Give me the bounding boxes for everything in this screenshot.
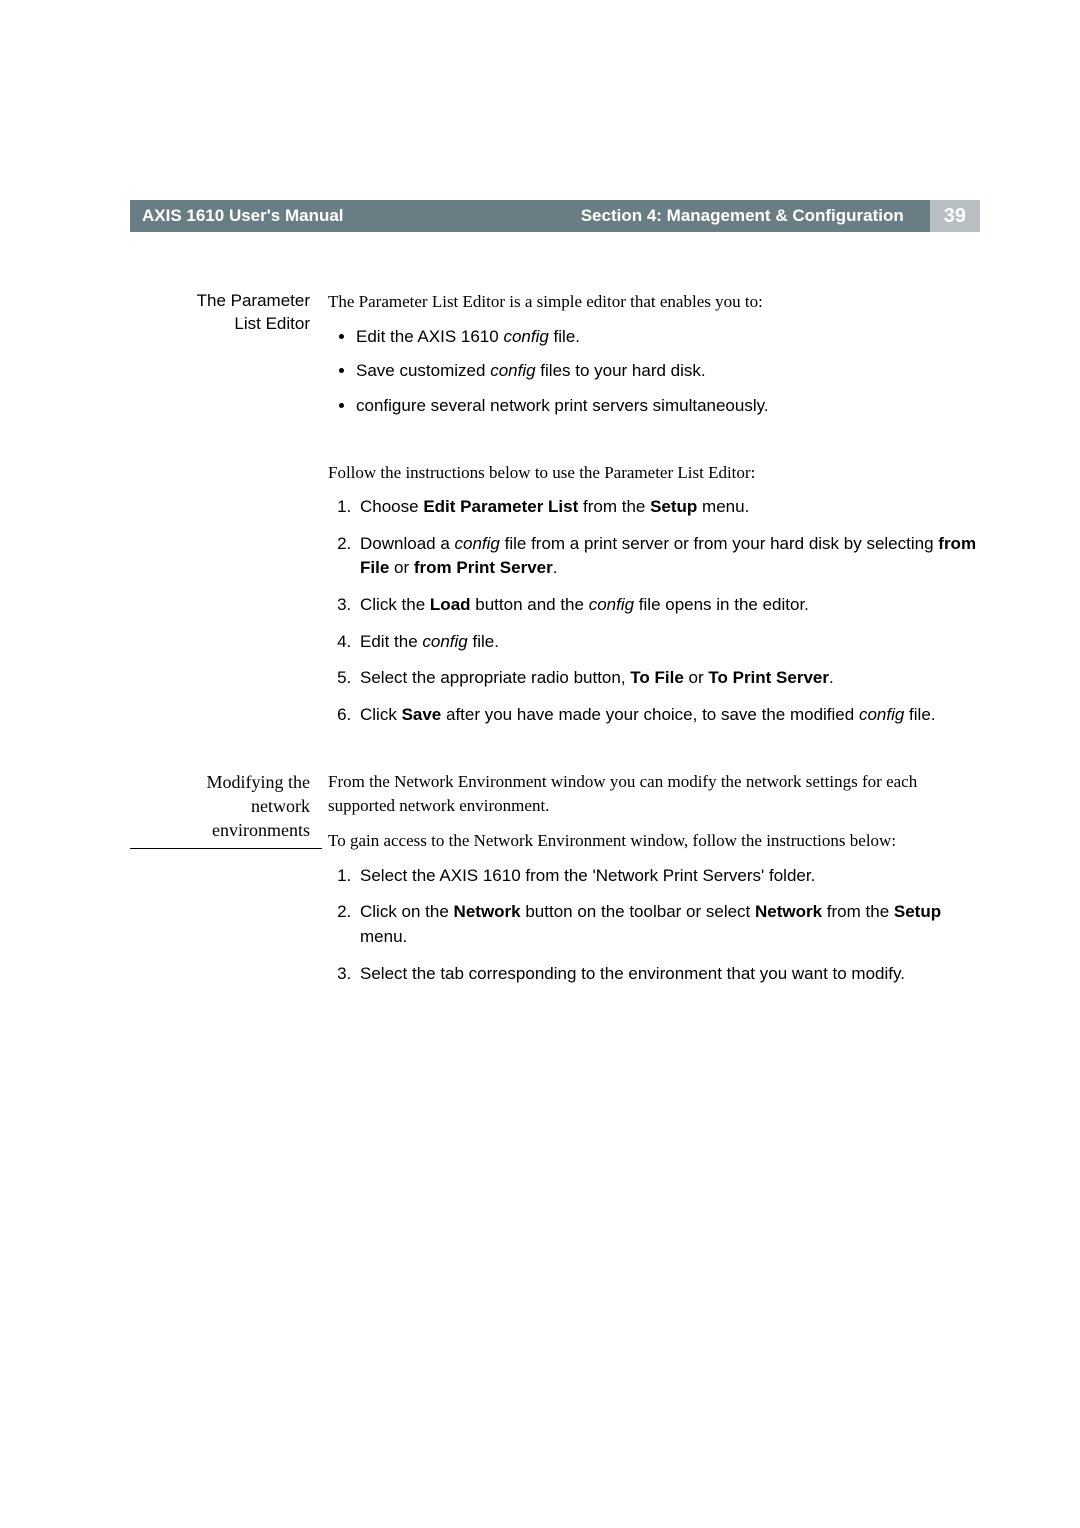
italic-text: config <box>589 595 634 614</box>
text: file. <box>468 632 499 651</box>
text: . <box>829 668 834 687</box>
section-parameter-list-editor: The Parameter List Editor The Parameter … <box>130 290 980 742</box>
italic-text: config <box>422 632 467 651</box>
section1-body: The Parameter List Editor is a simple ed… <box>328 290 980 742</box>
bullet-item: Save customized config files to your har… <box>356 359 980 384</box>
text: button and the <box>471 595 589 614</box>
bold-text: Load <box>430 595 471 614</box>
step-item: Select the AXIS 1610 from the 'Network P… <box>356 864 980 889</box>
paragraph: From the Network Environment window you … <box>328 770 980 819</box>
step-item: Click on the Network button on the toolb… <box>356 900 980 949</box>
text: Edit the <box>360 632 422 651</box>
bold-text: Setup <box>650 497 697 516</box>
italic-text: config <box>503 327 548 346</box>
page-header: AXIS 1610 User's Manual Section 4: Manag… <box>130 200 980 232</box>
step-item: Click the Load button and the config fil… <box>356 593 980 618</box>
side-label-parameter: The Parameter List Editor <box>130 290 328 336</box>
content: The Parameter List Editor The Parameter … <box>130 290 980 1000</box>
bold-text: from Print Server <box>414 558 553 577</box>
text: Choose <box>360 497 423 516</box>
section-modifying-network: Modifying the network environments From … <box>130 770 980 1000</box>
text: from the <box>822 902 894 921</box>
side-label-line: Modifying the <box>207 772 311 792</box>
text: from the <box>578 497 650 516</box>
text: Click the <box>360 595 430 614</box>
side-label-modifying: Modifying the network environments <box>130 770 328 843</box>
bold-text: Edit Parameter List <box>423 497 578 516</box>
section2-body: From the Network Environment window you … <box>328 770 980 1000</box>
side-label-line: network <box>251 796 310 816</box>
bold-text: Network <box>454 902 521 921</box>
text: Download a <box>360 534 455 553</box>
text: file from a print server or from your ha… <box>500 534 938 553</box>
manual-title: AXIS 1610 User's Manual <box>142 206 344 226</box>
text: configure several network print servers … <box>356 396 769 415</box>
bullet-item: configure several network print servers … <box>356 394 980 419</box>
intro-text: The Parameter List Editor is a simple ed… <box>328 290 980 315</box>
text: Click <box>360 705 402 724</box>
text: Select the appropriate radio button, <box>360 668 630 687</box>
step-item: Edit the config file. <box>356 630 980 655</box>
text: file. <box>904 705 935 724</box>
text: after you have made your choice, to save… <box>441 705 859 724</box>
text: or <box>389 558 414 577</box>
lead-text: Follow the instructions below to use the… <box>328 461 980 486</box>
bold-text: Save <box>402 705 442 724</box>
text: Click on the <box>360 902 454 921</box>
bullet-item: Edit the AXIS 1610 config file. <box>356 325 980 350</box>
italic-text: config <box>859 705 904 724</box>
ordered-steps: Select the AXIS 1610 from the 'Network P… <box>328 864 980 987</box>
side-label-line: The Parameter <box>197 291 310 310</box>
bold-text: Setup <box>894 902 941 921</box>
side-label-line: List Editor <box>234 314 310 333</box>
step-item: Choose Edit Parameter List from the Setu… <box>356 495 980 520</box>
text: file opens in the editor. <box>634 595 809 614</box>
step-item: Click Save after you have made your choi… <box>356 703 980 728</box>
side-label-line: environments <box>212 820 310 840</box>
header-left: AXIS 1610 User's Manual Section 4: Manag… <box>130 200 930 232</box>
text: menu. <box>697 497 749 516</box>
text: menu. <box>360 927 407 946</box>
step-item: Download a config file from a print serv… <box>356 532 980 581</box>
text: files to your hard disk. <box>536 361 706 380</box>
text: Save customized <box>356 361 490 380</box>
step-item: Select the tab corresponding to the envi… <box>356 962 980 987</box>
text: Edit the AXIS 1610 <box>356 327 503 346</box>
page: AXIS 1610 User's Manual Section 4: Manag… <box>0 0 1080 1060</box>
text: Select the AXIS 1610 from the 'Network P… <box>360 866 815 885</box>
text: file. <box>549 327 580 346</box>
ordered-steps: Choose Edit Parameter List from the Setu… <box>328 495 980 727</box>
section-title: Section 4: Management & Configuration <box>581 206 914 226</box>
italic-text: config <box>455 534 500 553</box>
bold-text: To Print Server <box>708 668 829 687</box>
step-item: Select the appropriate radio button, To … <box>356 666 980 691</box>
text: or <box>684 668 709 687</box>
italic-text: config <box>490 361 535 380</box>
page-number: 39 <box>930 200 980 232</box>
bullet-list: Edit the AXIS 1610 config file. Save cus… <box>328 325 980 419</box>
paragraph: To gain access to the Network Environmen… <box>328 829 980 854</box>
text: Select the tab corresponding to the envi… <box>360 964 905 983</box>
text: button on the toolbar or select <box>521 902 755 921</box>
bold-text: To File <box>630 668 684 687</box>
text: . <box>553 558 558 577</box>
bold-text: Network <box>755 902 822 921</box>
